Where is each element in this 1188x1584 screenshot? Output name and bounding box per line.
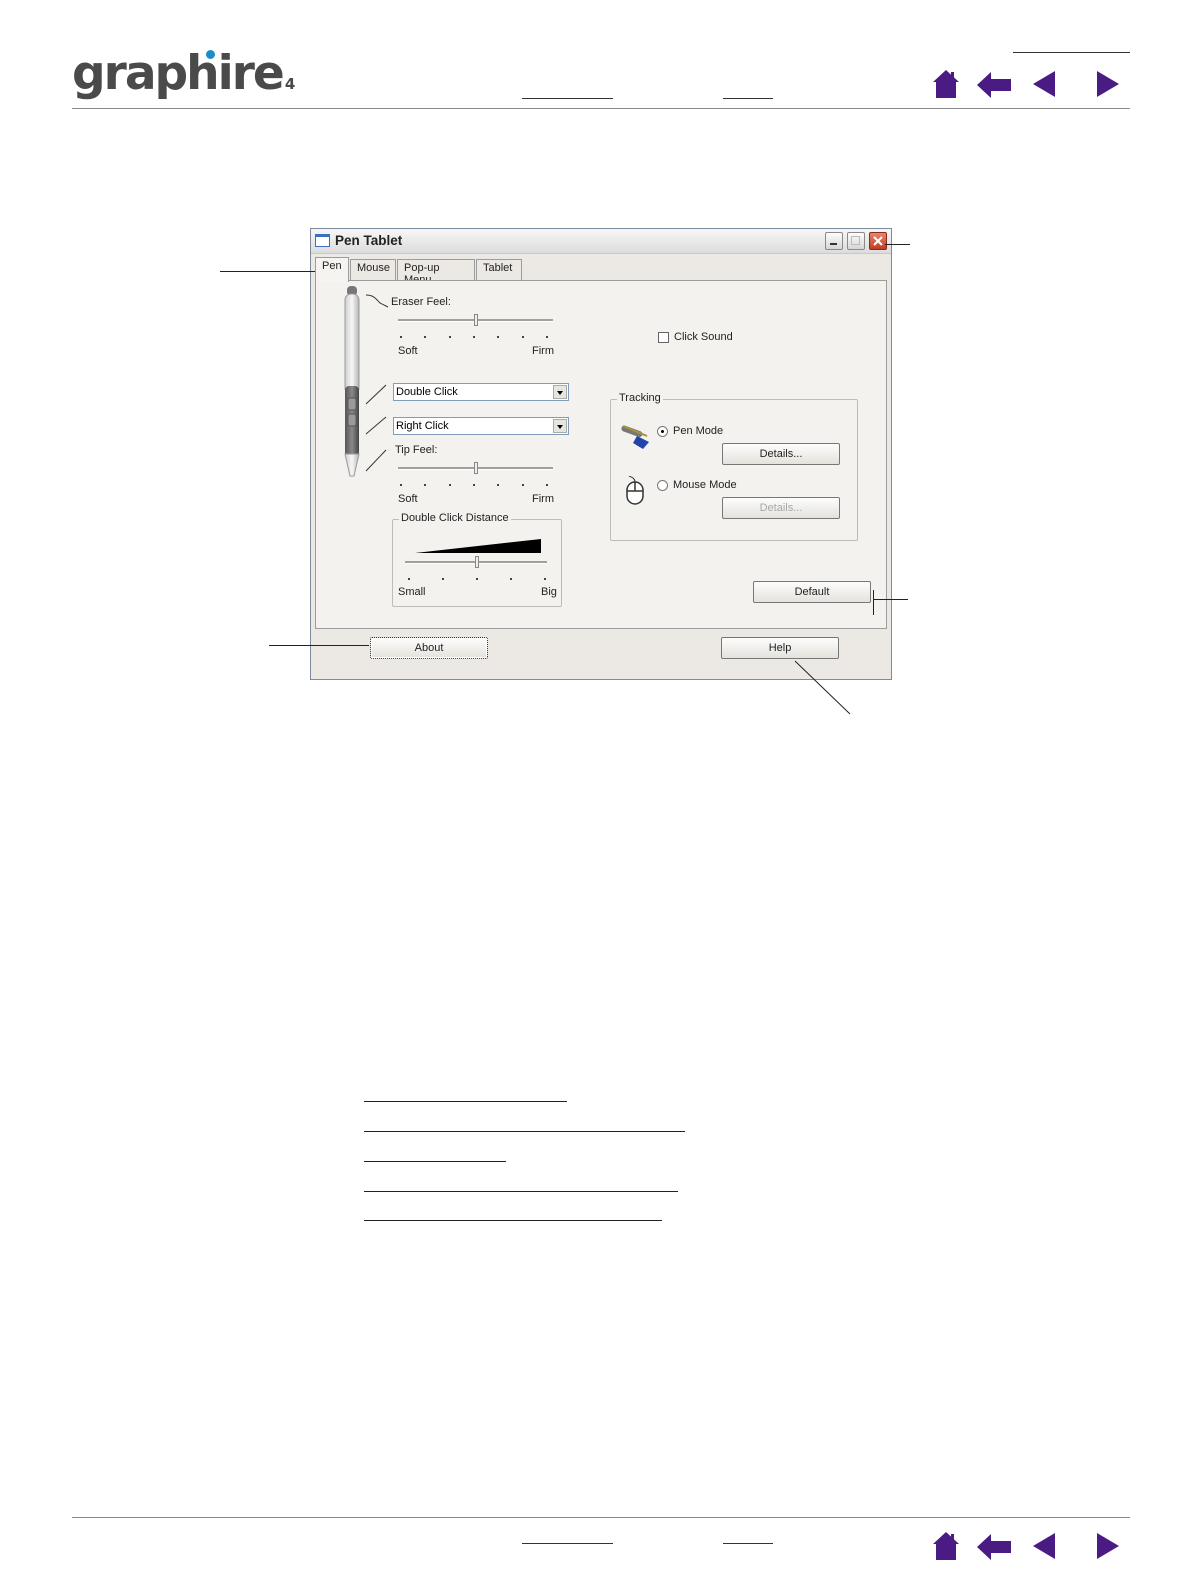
eraser-feel-min-label: Soft	[398, 345, 418, 357]
tick	[510, 578, 512, 580]
body-link-1[interactable]	[364, 1101, 567, 1102]
default-button[interactable]: Default	[753, 581, 871, 603]
close-button[interactable]	[869, 232, 887, 250]
click-sound-label: Click Sound	[674, 331, 733, 343]
pen-connector-lines	[365, 294, 389, 472]
tick	[424, 484, 426, 486]
pen-icon	[344, 286, 360, 477]
tick	[546, 484, 548, 486]
pen-mode-radio[interactable]	[657, 426, 668, 437]
header-link-contents[interactable]	[522, 98, 613, 99]
callout-tab-line	[220, 271, 316, 272]
body-link-5[interactable]	[364, 1220, 662, 1221]
window-icon	[315, 234, 330, 247]
mouse-mode-icon	[626, 476, 644, 505]
tab-tablet[interactable]: Tablet	[476, 259, 522, 281]
tab-popup-menu[interactable]: Pop-up Menu	[397, 259, 475, 286]
tick	[497, 484, 499, 486]
tick	[546, 336, 548, 338]
double-click-distance-label: Double Click Distance	[399, 512, 511, 524]
distance-wedge-icon	[415, 539, 541, 553]
body-link-3[interactable]	[364, 1161, 506, 1162]
minimize-button[interactable]	[825, 232, 843, 250]
about-button[interactable]: About	[370, 637, 488, 659]
home-icon[interactable]	[933, 1532, 959, 1560]
mouse-mode-label: Mouse Mode	[673, 479, 737, 491]
tick	[522, 484, 524, 486]
double-click-distance-max-label: Big	[541, 586, 557, 598]
tick	[424, 336, 426, 338]
tracking-group: Tracking Pen Mode Details... Mouse Mode …	[610, 392, 858, 541]
mouse-mode-details-button[interactable]: Details...	[722, 497, 840, 519]
tip-feel-label: Tip Feel:	[395, 444, 438, 456]
footer-link-index[interactable]	[723, 1543, 773, 1544]
upper-side-button-select[interactable]: Double Click	[393, 383, 569, 401]
tip-feel-max-label: Firm	[532, 493, 554, 505]
body-link-4[interactable]	[364, 1191, 678, 1192]
tick	[476, 578, 478, 580]
tick	[400, 336, 402, 338]
next-page-icon[interactable]	[1097, 71, 1119, 97]
tick	[449, 484, 451, 486]
lower-side-button-value: Right Click	[396, 420, 449, 432]
logo-number: 4	[284, 75, 296, 93]
dialog-title: Pen Tablet	[335, 233, 403, 248]
footer-link-contents[interactable]	[522, 1543, 613, 1544]
tracking-label: Tracking	[617, 392, 663, 404]
double-click-distance-min-label: Small	[398, 586, 426, 598]
tick	[400, 484, 402, 486]
header-top-right-rule	[1013, 52, 1130, 53]
back-arrow-icon[interactable]	[977, 72, 1011, 98]
tab-mouse[interactable]: Mouse	[350, 259, 396, 281]
tick	[408, 578, 410, 580]
tick	[473, 336, 475, 338]
tick	[497, 336, 499, 338]
callout-default-line	[873, 599, 908, 600]
previous-page-icon[interactable]	[1033, 71, 1055, 97]
header-link-index[interactable]	[723, 98, 773, 99]
chevron-down-icon[interactable]	[553, 419, 567, 433]
double-click-distance-slider[interactable]	[475, 556, 479, 568]
pen-mode-icon	[621, 425, 649, 449]
tick	[442, 578, 444, 580]
eraser-feel-max-label: Firm	[532, 345, 554, 357]
click-sound-checkbox[interactable]	[658, 332, 669, 343]
close-icon	[873, 236, 883, 246]
pen-mode-label: Pen Mode	[673, 425, 724, 437]
header-rule	[72, 108, 1130, 109]
pen-mode-details-button[interactable]: Details...	[722, 443, 840, 465]
footer-rule	[72, 1517, 1130, 1518]
double-click-distance-group: Double Click Distance Small Big	[392, 512, 562, 607]
callout-close-line	[885, 244, 910, 245]
tick	[522, 336, 524, 338]
tick	[544, 578, 546, 580]
pen-tablet-dialog: Pen Tablet Pen Mouse Pop-up Menu Tablet	[310, 228, 892, 680]
body-link-2[interactable]	[364, 1131, 685, 1132]
tip-feel-slider[interactable]	[474, 462, 478, 474]
upper-side-button-value: Double Click	[396, 386, 458, 398]
logo-text: graphire	[72, 46, 285, 101]
tab-pen[interactable]: Pen	[315, 257, 349, 282]
help-button[interactable]: Help	[721, 637, 839, 659]
back-arrow-icon[interactable]	[977, 1534, 1011, 1560]
next-page-icon[interactable]	[1097, 1533, 1119, 1559]
eraser-feel-slider[interactable]	[474, 314, 478, 326]
logo-dot	[206, 50, 215, 59]
eraser-feel-label: Eraser Feel:	[391, 296, 451, 308]
maximize-button[interactable]	[847, 232, 865, 250]
home-icon[interactable]	[933, 70, 959, 98]
callout-default-tick	[873, 590, 874, 615]
lower-side-button-select[interactable]: Right Click	[393, 417, 569, 435]
chevron-down-icon[interactable]	[553, 385, 567, 399]
tick	[449, 336, 451, 338]
tick	[473, 484, 475, 486]
graphire-logo: graphire 4	[72, 44, 295, 114]
dialog-titlebar: Pen Tablet	[311, 229, 891, 254]
tip-feel-min-label: Soft	[398, 493, 418, 505]
previous-page-icon[interactable]	[1033, 1533, 1055, 1559]
mouse-mode-radio[interactable]	[657, 480, 668, 491]
callout-help-line	[794, 660, 851, 715]
pen-tab-panel: Eraser Feel: Soft Firm Double Click Righ…	[315, 280, 887, 629]
callout-about-line	[269, 645, 369, 646]
